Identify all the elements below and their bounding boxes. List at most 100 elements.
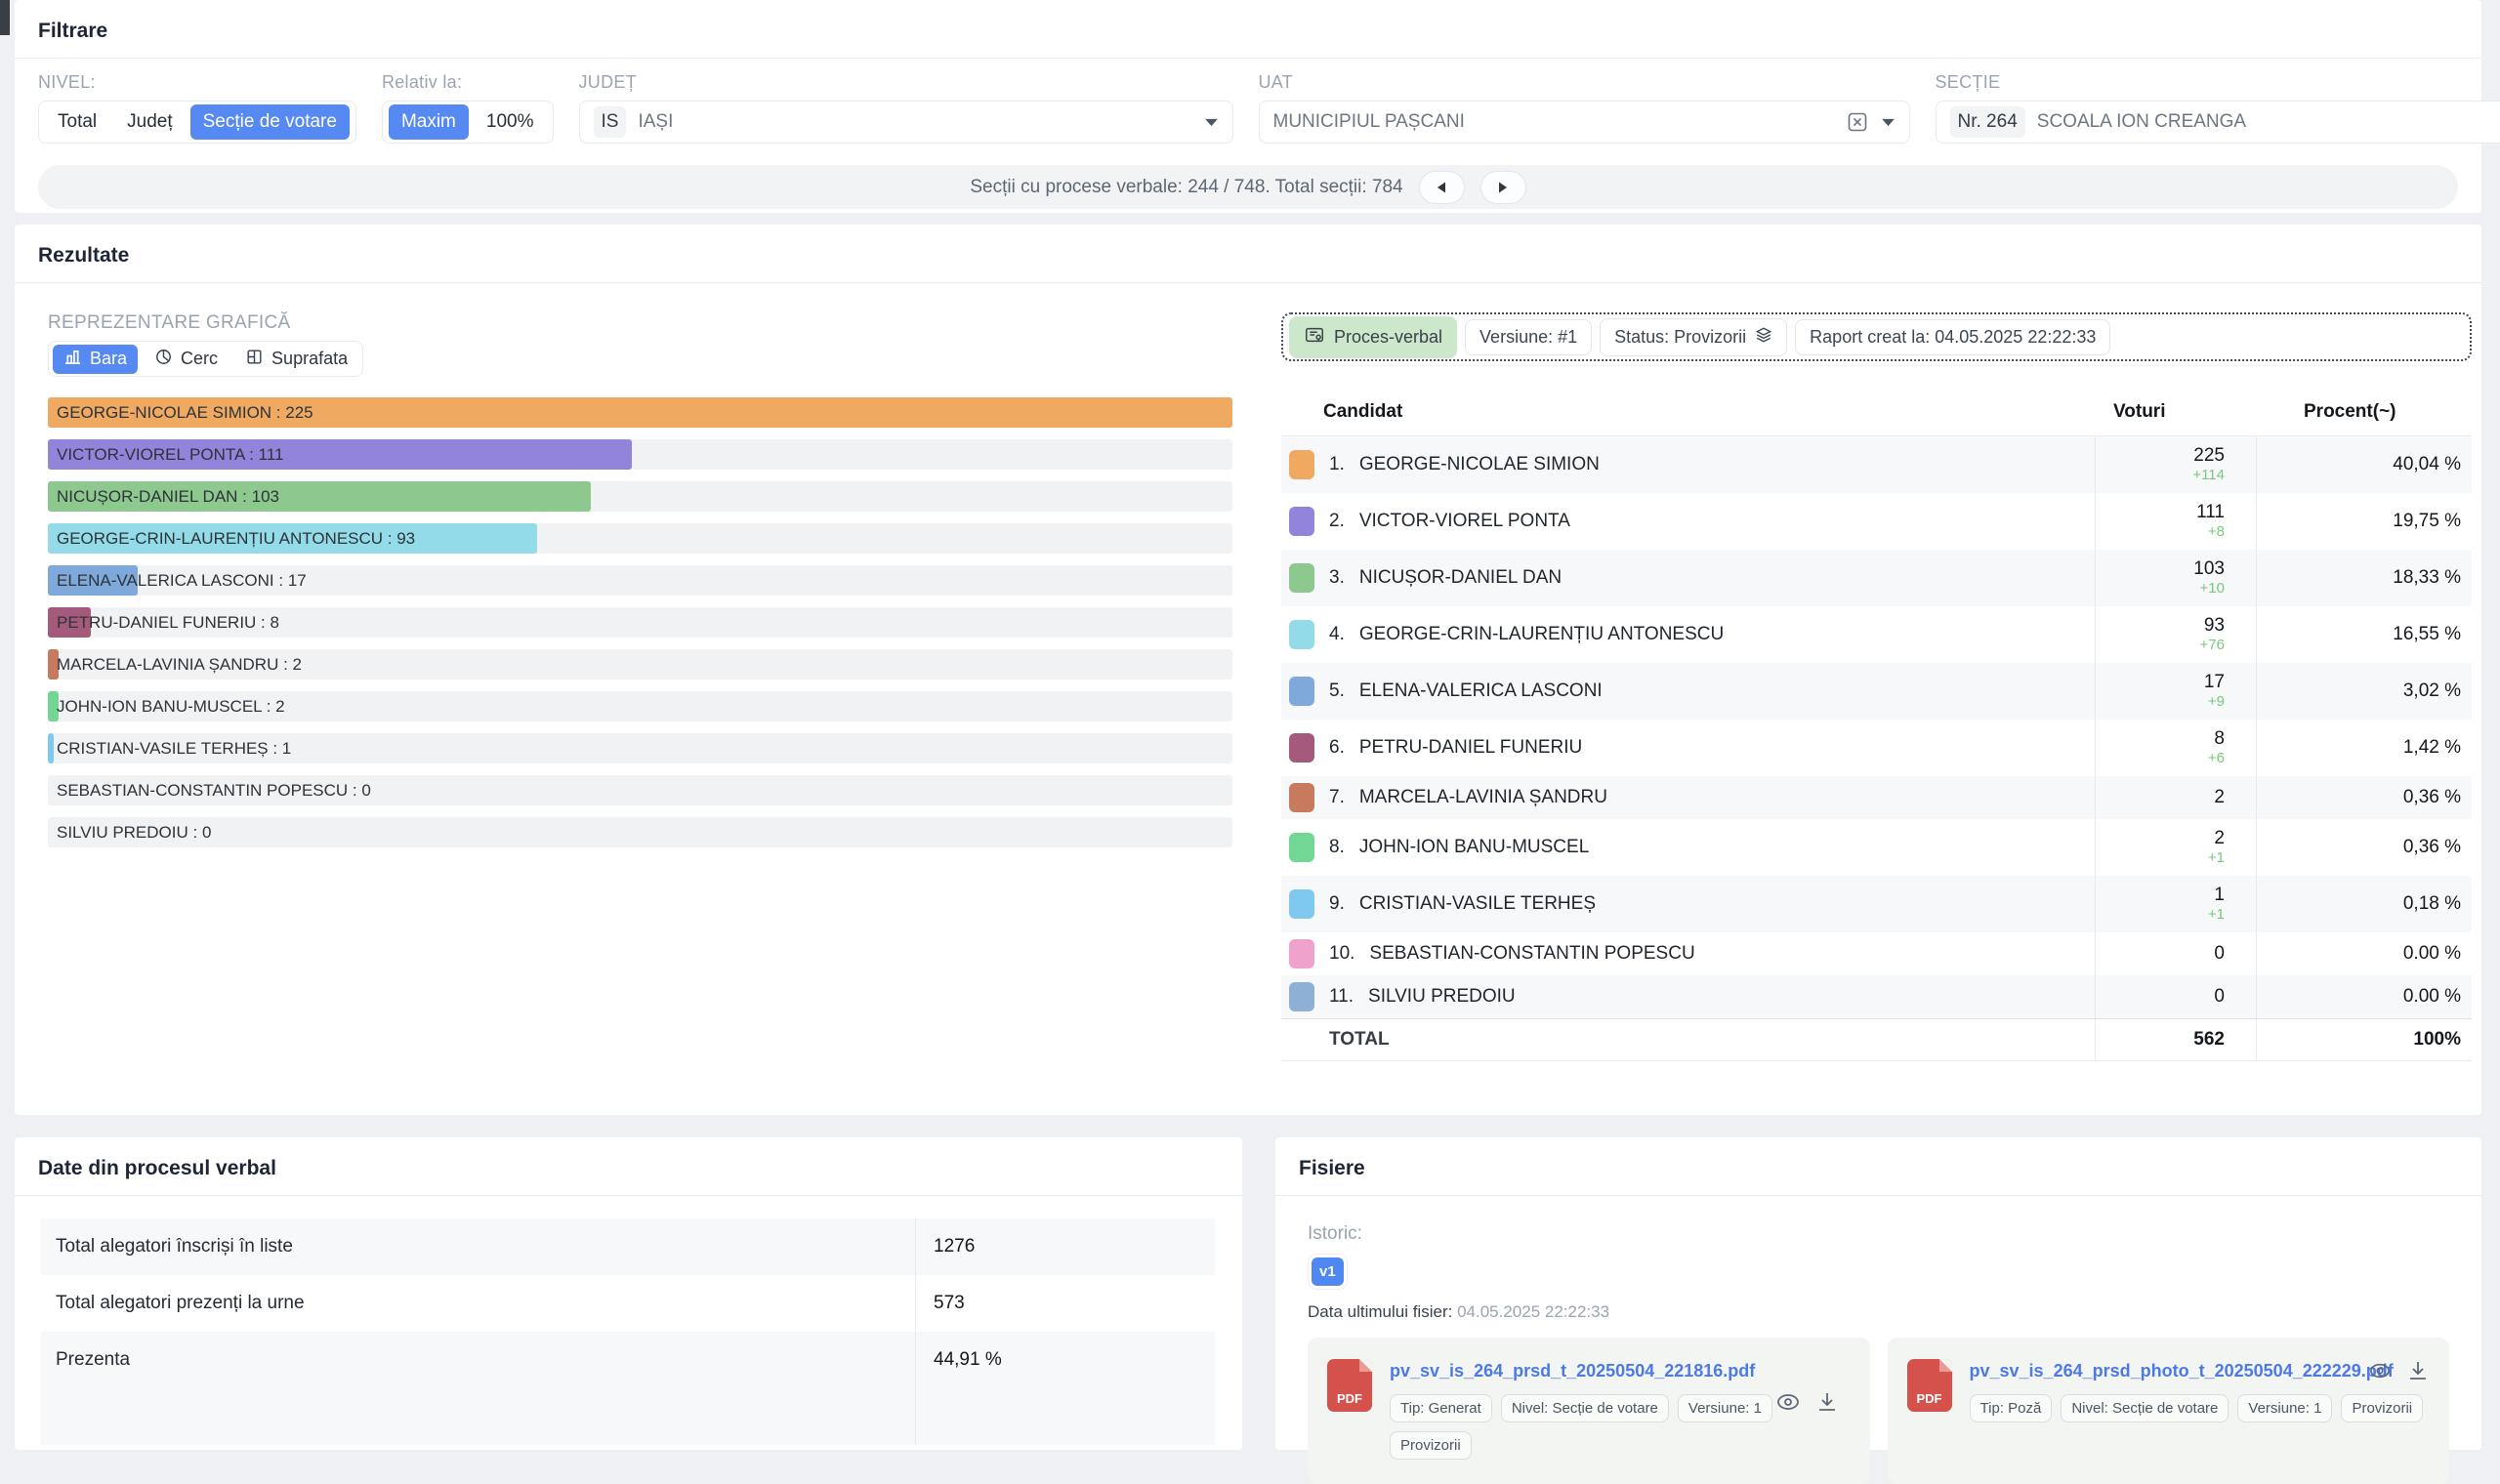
votes-cell: 111 +8 (2095, 493, 2256, 550)
votes-delta: +76 (2200, 637, 2225, 654)
percent-cell: 40,04 % (2256, 436, 2472, 493)
percent-cell: 0,18 % (2256, 876, 2472, 932)
candidate-rank: 9. (1329, 893, 1345, 915)
sections-status-bar: Secții cu procese verbale: 244 / 748. To… (38, 165, 2458, 209)
votes-value: 2 (2214, 828, 2225, 849)
chart-mode-suprafata-button[interactable]: Suprafata (234, 344, 358, 375)
total-votes-cell: 562 (2095, 1019, 2256, 1060)
nivel-judet-button[interactable]: Județ (114, 104, 185, 140)
pv-data-section: Date din procesul verbal Total alegatori… (15, 1137, 1242, 1450)
percent-cell: 16,55 % (2256, 606, 2472, 663)
layers-icon (1755, 326, 1772, 349)
percent-cell: 18,33 % (2256, 550, 2472, 606)
filter-row: NIVEL: Total Județ Secție de votare Rela… (15, 59, 2481, 144)
preview-eye-icon[interactable] (2367, 1361, 2393, 1385)
percent-cell: 0.00 % (2256, 932, 2472, 975)
candidate-name: SILVIU PREDOIU (1368, 986, 1516, 1008)
clear-icon[interactable] (1846, 110, 1869, 134)
votes-delta: +1 (2208, 849, 2225, 867)
votes-cell: 93 +76 (2095, 606, 2256, 663)
bar-row: ELENA-VALERICA LASCONI : 17 (48, 565, 1232, 596)
bar-chart-icon (63, 349, 82, 370)
uat-select[interactable]: MUNICIPIUL PAȘCANI (1259, 101, 1910, 144)
results-table-header: Candidat Voturi Procent(~) (1281, 401, 2472, 436)
votes-delta: +1 (2208, 906, 2225, 924)
candidate-rank: 1. (1329, 454, 1345, 475)
votes-cell: 2 +1 (2095, 819, 2256, 876)
file-card: PDF pv_sv_is_264_prsd_t_20250504_221816.… (1308, 1338, 1870, 1484)
judet-select[interactable]: IS IAȘI (579, 101, 1233, 144)
bar-label: SILVIU PREDOIU : 0 (57, 823, 211, 843)
sections-status-text: Secții cu procese verbale: 244 / 748. To… (970, 177, 1402, 198)
candidate-name: SEBASTIAN-CONSTANTIN POPESCU (1369, 943, 1694, 965)
file-meta-badge: Nivel: Secție de votare (1501, 1394, 1669, 1422)
candidate-color-swatch (1289, 833, 1314, 862)
sectie-select[interactable]: Nr. 264 SCOALA ION CREANGA (1936, 101, 2500, 144)
candidate-cell: 11. SILVIU PREDOIU (1281, 982, 2095, 1011)
candidate-rank: 8. (1329, 837, 1345, 858)
candidate-color-swatch (1289, 783, 1314, 812)
uat-value: MUNICIPIUL PAȘCANI (1273, 111, 1465, 133)
table-row: 1. GEORGE-NICOLAE SIMION 225 +114 40,04 … (1281, 436, 2472, 493)
bar-row: GEORGE-CRIN-LAURENȚIU ANTONESCU : 93 (48, 523, 1232, 554)
prev-section-button[interactable] (1419, 171, 1465, 204)
next-section-button[interactable] (1480, 171, 1526, 204)
filter-group-judet: JUDEȚ IS IAȘI (579, 72, 1233, 144)
votes-value: 225 (2193, 445, 2225, 467)
table-row: 11. SILVIU PREDOIU 0 0.00 % (1281, 975, 2472, 1018)
download-icon[interactable] (1815, 1390, 1839, 1419)
candidate-name: GEORGE-NICOLAE SIMION (1359, 454, 1600, 475)
percent-cell: 0.00 % (2256, 975, 2472, 1018)
file-link[interactable]: pv_sv_is_264_prsd_photo_t_20250504_22222… (1970, 1361, 2431, 1381)
file-link[interactable]: pv_sv_is_264_prsd_t_20250504_221816.pdf (1390, 1361, 1851, 1381)
nivel-sectie-de-votare-button[interactable]: Secție de votare (190, 104, 350, 140)
filter-group-nivel: NIVEL: Total Județ Secție de votare (38, 72, 356, 144)
candidate-name: PETRU-DANIEL FUNERIU (1359, 737, 1582, 759)
relativ-100-button[interactable]: 100% (474, 104, 547, 140)
candidate-rank: 3. (1329, 567, 1345, 589)
chevron-down-icon[interactable] (1204, 118, 1219, 127)
chart-mode-bara-button[interactable]: Bara (53, 345, 138, 374)
candidate-color-swatch (1289, 507, 1314, 536)
candidate-color-swatch (1289, 450, 1314, 479)
stats-value: 44,91 % (915, 1332, 1215, 1388)
chart-mode-cerc-button[interactable]: Cerc (144, 344, 229, 375)
percent-cell: 0,36 % (2256, 819, 2472, 876)
header-candidat: Candidat (1281, 401, 2095, 423)
nivel-total-button[interactable]: Total (45, 104, 109, 140)
table-row: 4. GEORGE-CRIN-LAURENȚIU ANTONESCU 93 +7… (1281, 606, 2472, 663)
candidate-rank: 10. (1329, 943, 1354, 965)
chart-mode-bara-label: Bara (90, 349, 127, 369)
bar-row: NICUȘOR-DANIEL DAN : 103 (48, 481, 1232, 512)
chart-mode-suprafata-label: Suprafata (271, 349, 348, 369)
bar-label: GEORGE-CRIN-LAURENȚIU ANTONESCU : 93 (57, 529, 415, 549)
sectie-label: SECȚIE (1936, 72, 2500, 93)
chart-representation-label: REPREZENTARE GRAFICĂ (48, 312, 1232, 334)
bar-row: MARCELA-LAVINIA ȘANDRU : 2 (48, 649, 1232, 680)
candidate-cell: 4. GEORGE-CRIN-LAURENȚIU ANTONESCU (1281, 620, 2095, 649)
chevron-down-icon[interactable] (1881, 118, 1896, 127)
candidate-color-swatch (1289, 982, 1314, 1011)
pie-chart-icon (154, 348, 173, 371)
bar-label: JOHN-ION BANU-MUSCEL : 2 (57, 697, 285, 717)
chart-column: REPREZENTARE GRAFICĂ Bara Cerc Suprafata (48, 312, 1232, 1061)
votes-cell: 2 (2095, 776, 2256, 819)
candidate-cell: 3. NICUȘOR-DANIEL DAN (1281, 563, 2095, 593)
stats-row: Total alegatori prezenți la urne 573 (41, 1275, 1215, 1332)
version-v1-badge[interactable]: v1 (1312, 1257, 1344, 1286)
last-file-label: Data ultimului fisier: (1308, 1302, 1452, 1321)
votes-value: 8 (2214, 728, 2225, 750)
download-icon[interactable] (2406, 1359, 2430, 1387)
uat-label: UAT (1259, 72, 1910, 93)
percent-cell: 19,75 % (2256, 493, 2472, 550)
preview-eye-icon[interactable] (1774, 1391, 1802, 1418)
tab-proces-verbal[interactable]: Proces-verbal (1289, 316, 1457, 358)
candidate-name: JOHN-ION BANU-MUSCEL (1359, 837, 1589, 858)
candidate-cell: 9. CRISTIAN-VASILE TERHEȘ (1281, 889, 2095, 919)
relativ-maxim-button[interactable]: Maxim (389, 104, 469, 140)
table-row: 7. MARCELA-LAVINIA ȘANDRU 2 0,36 % (1281, 776, 2472, 819)
pv-stats-table: Total alegatori înscriși în liste 1276 T… (41, 1218, 1215, 1388)
candidate-cell: 6. PETRU-DANIEL FUNERIU (1281, 733, 2095, 763)
bar-row: SILVIU PREDOIU : 0 (48, 817, 1232, 847)
candidate-cell: 5. ELENA-VALERICA LASCONI (1281, 677, 2095, 706)
